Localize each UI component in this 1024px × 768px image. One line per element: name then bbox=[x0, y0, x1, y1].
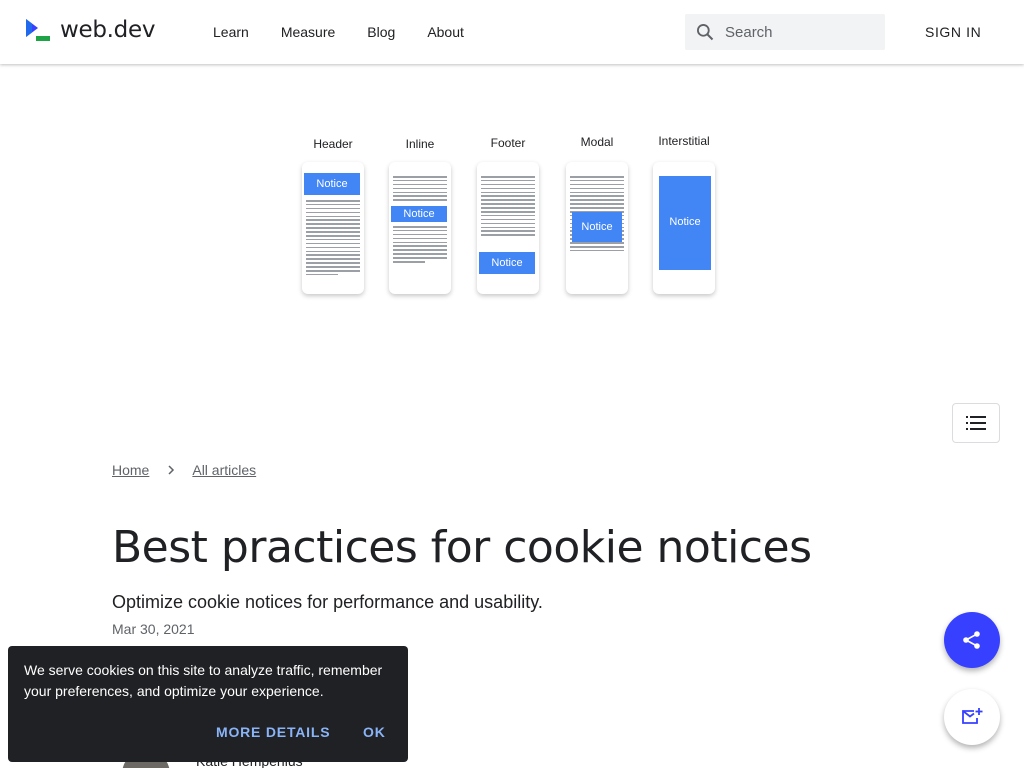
mail-add-icon bbox=[962, 708, 983, 724]
list-icon bbox=[966, 416, 986, 430]
share-button[interactable] bbox=[944, 612, 1000, 668]
breadcrumb-home[interactable]: Home bbox=[112, 462, 149, 478]
text-lines bbox=[481, 176, 535, 238]
hero-image: Header Notice Inline Notice Footer Notic… bbox=[296, 128, 726, 303]
nav-measure[interactable]: Measure bbox=[281, 24, 335, 40]
web-dev-logo-icon bbox=[26, 19, 50, 41]
phone-mockup: Notice bbox=[389, 162, 451, 294]
notice-modal: Notice bbox=[572, 212, 622, 242]
phone-mockup: Notice bbox=[477, 162, 539, 294]
page-title: Best practices for cookie notices bbox=[112, 522, 812, 573]
phone-mockup: Notice bbox=[653, 162, 715, 294]
nav-blog[interactable]: Blog bbox=[367, 24, 395, 40]
phone-label-modal: Modal bbox=[580, 135, 614, 149]
publish-date: Mar 30, 2021 bbox=[112, 621, 195, 637]
cookie-notice: We serve cookies on this site to analyze… bbox=[8, 646, 408, 762]
chevron-right-icon bbox=[168, 465, 175, 475]
subscribe-button[interactable] bbox=[944, 689, 1000, 745]
notice-banner: Notice bbox=[479, 252, 535, 274]
search-box[interactable] bbox=[685, 14, 885, 50]
web-dev-logo[interactable]: web.dev bbox=[24, 16, 155, 44]
page-subtitle: Optimize cookie notices for performance … bbox=[112, 592, 543, 612]
top-app-bar: web.dev Learn Measure Blog About SIGN IN bbox=[0, 0, 1024, 64]
nav-learn[interactable]: Learn bbox=[213, 24, 249, 40]
phone-inline: Inline Notice bbox=[385, 128, 455, 294]
phone-label-header: Header bbox=[313, 137, 353, 151]
table-of-contents-button[interactable] bbox=[952, 403, 1000, 443]
breadcrumb-all-articles[interactable]: All articles bbox=[192, 462, 256, 478]
phone-label-inline: Inline bbox=[405, 137, 435, 151]
share-icon bbox=[963, 631, 980, 649]
notice-banner: Notice bbox=[391, 206, 447, 222]
phone-modal: Modal Notice bbox=[562, 128, 632, 294]
phone-label-interstitial: Interstitial bbox=[658, 134, 710, 148]
cookie-notice-text: We serve cookies on this site to analyze… bbox=[24, 662, 383, 699]
breadcrumb: Home All articles bbox=[112, 462, 256, 478]
main-nav: Learn Measure Blog About bbox=[213, 0, 496, 64]
logo-text: web.dev bbox=[60, 17, 156, 43]
phone-mockup: Notice bbox=[302, 162, 364, 294]
notice-banner: Notice bbox=[304, 173, 360, 195]
search-icon bbox=[697, 24, 714, 41]
phone-mockup: Notice bbox=[566, 162, 628, 294]
phone-label-footer: Footer bbox=[490, 136, 526, 150]
ok-button[interactable]: OK bbox=[363, 724, 386, 740]
notice-interstitial: Notice bbox=[659, 176, 711, 270]
nav-about[interactable]: About bbox=[427, 24, 464, 40]
text-lines bbox=[393, 176, 447, 203]
sign-in-button[interactable]: SIGN IN bbox=[925, 24, 981, 40]
search-input[interactable] bbox=[725, 23, 875, 41]
text-lines bbox=[393, 226, 447, 265]
phone-header: Header Notice bbox=[298, 128, 368, 294]
phone-interstitial: Interstitial Notice bbox=[649, 128, 719, 294]
phone-footer: Footer Notice bbox=[473, 128, 543, 294]
text-lines bbox=[306, 200, 360, 278]
more-details-button[interactable]: MORE DETAILS bbox=[216, 724, 330, 740]
